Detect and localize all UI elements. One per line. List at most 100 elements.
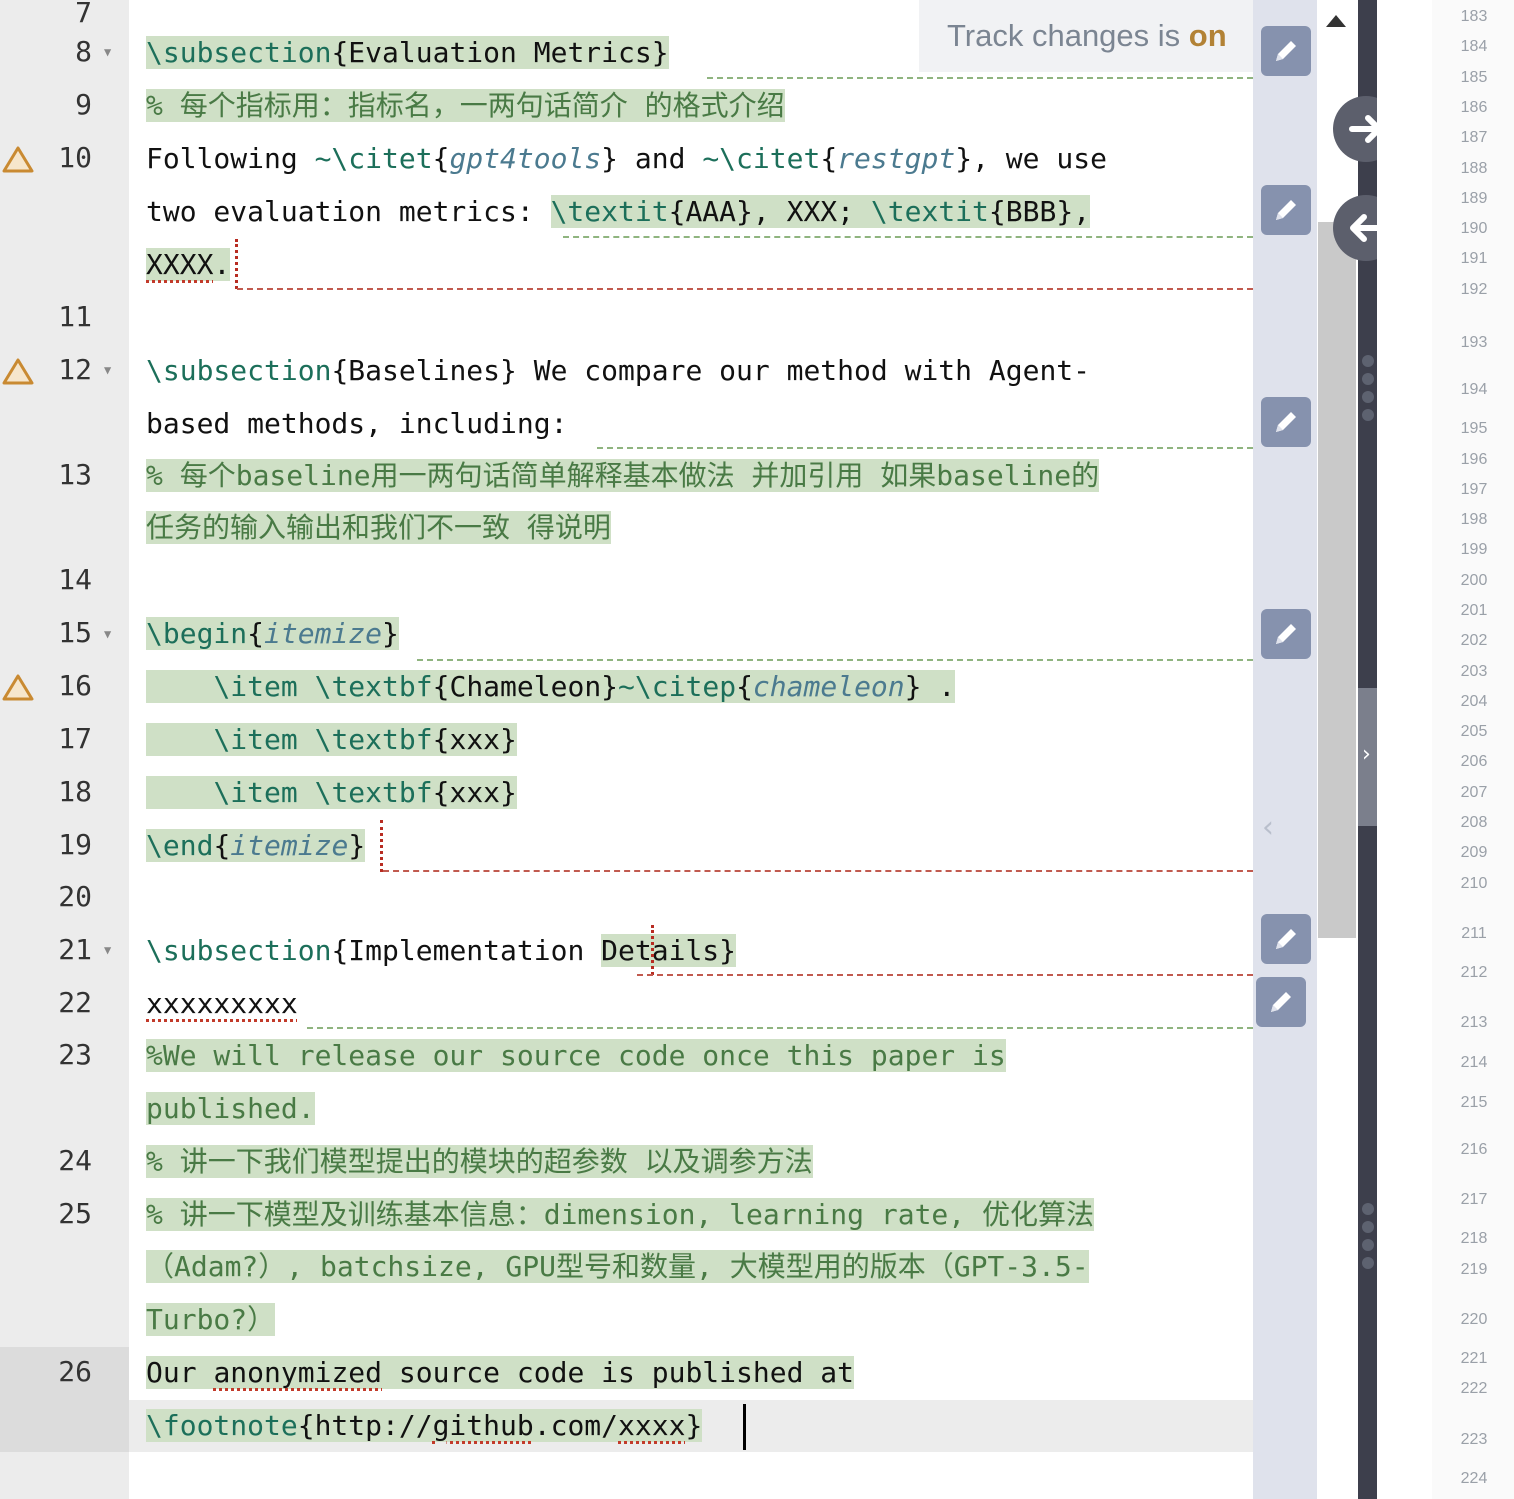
text: {xxx} bbox=[432, 723, 517, 756]
code-line-26[interactable]: Our anonymized source code is published … bbox=[146, 1347, 855, 1399]
text: {http:// bbox=[297, 1409, 433, 1442]
latex-command: \subsection bbox=[146, 354, 332, 387]
track-changes-state: on bbox=[1188, 18, 1227, 53]
misspelled-word[interactable]: xxxxxxxxx bbox=[146, 987, 298, 1020]
drag-handle-icon[interactable] bbox=[1362, 1203, 1374, 1275]
pencil-icon bbox=[1276, 929, 1296, 949]
review-comment-button[interactable] bbox=[1261, 185, 1311, 235]
editor-scrollbar-thumb[interactable] bbox=[1318, 222, 1356, 938]
code-line-19[interactable]: \end{itemize} bbox=[146, 820, 366, 872]
pencil-icon bbox=[1271, 992, 1291, 1012]
code-editor[interactable]: \subsection{Evaluation Metrics} % 每个指标用：… bbox=[129, 0, 1253, 1499]
pdf-line-number: 224 bbox=[1460, 1470, 1488, 1487]
change-marker-added bbox=[707, 77, 1253, 79]
warning-icon[interactable] bbox=[2, 145, 34, 173]
review-comment-button[interactable] bbox=[1261, 914, 1311, 964]
deletion-marker bbox=[380, 820, 383, 872]
code-line-22[interactable]: xxxxxxxxx bbox=[146, 978, 298, 1030]
fold-toggle-icon[interactable]: ▼ bbox=[104, 363, 111, 377]
code-line-23-wrap[interactable]: published. bbox=[146, 1083, 315, 1135]
pdf-line-number: 220 bbox=[1460, 1311, 1488, 1328]
code-line-17[interactable]: \item \textbf{xxx} bbox=[146, 714, 517, 766]
code-line-9[interactable]: % 每个指标用：指标名，一两句话简介 的格式介绍 bbox=[146, 80, 785, 132]
code-line-26-wrap[interactable]: \footnote{http://github.com/xxxx} bbox=[146, 1400, 703, 1452]
code-line-15[interactable]: \begin{itemize} bbox=[146, 608, 399, 660]
textbf-command: \textbf bbox=[314, 670, 433, 703]
line-number: 25 bbox=[58, 1197, 92, 1230]
pdf-line-number: 214 bbox=[1460, 1054, 1488, 1071]
code-line-12[interactable]: \subsection{Baselines} We compare our me… bbox=[146, 345, 1090, 397]
change-marker-added bbox=[597, 447, 1253, 449]
code-line-8[interactable]: \subsection{Evaluation Metrics} bbox=[146, 27, 669, 79]
text: {Chameleon} bbox=[432, 670, 619, 703]
fold-toggle-icon[interactable]: ▼ bbox=[104, 627, 111, 641]
code-line-18[interactable]: \item \textbf{xxx} bbox=[146, 767, 517, 819]
env-name: itemize bbox=[230, 829, 349, 862]
textit-command: \textit bbox=[550, 195, 669, 228]
cite-key: gpt4tools bbox=[449, 142, 602, 175]
code-line-25-wrap2[interactable]: Turbo?） bbox=[146, 1294, 276, 1346]
review-comment-button[interactable] bbox=[1261, 26, 1311, 76]
comment-text: % 讲一下模型及训练基本信息：dimension, learning rate,… bbox=[146, 1198, 1095, 1231]
fold-toggle-icon[interactable]: ▼ bbox=[104, 45, 111, 59]
drag-handle-icon[interactable] bbox=[1362, 355, 1374, 427]
warning-icon[interactable] bbox=[2, 673, 34, 701]
brace: } bbox=[382, 617, 399, 650]
misspelled-word[interactable]: github bbox=[433, 1409, 534, 1442]
comment-text: % 每个baseline用一两句话简单解释基本做法 并加引用 如果baselin… bbox=[146, 459, 1100, 492]
change-marker-added bbox=[563, 236, 1253, 238]
line-number: 13 bbox=[58, 458, 92, 491]
code-line-25[interactable]: % 讲一下模型及训练基本信息：dimension, learning rate,… bbox=[146, 1189, 1095, 1241]
cite-key: chameleon bbox=[752, 670, 905, 703]
latex-command: \begin bbox=[146, 617, 248, 650]
change-marker-deleted bbox=[637, 974, 1253, 976]
pdf-line-number: 201 bbox=[1460, 602, 1488, 619]
text: {Implementation bbox=[331, 934, 602, 967]
code-line-13[interactable]: % 每个baseline用一两句话简单解释基本做法 并加引用 如果baselin… bbox=[146, 450, 1100, 502]
code-line-24[interactable]: % 讲一下我们模型提出的模块的超参数 以及调参方法 bbox=[146, 1136, 813, 1188]
pdf-line-number: 187 bbox=[1460, 129, 1488, 146]
code-line-10-wrap2[interactable]: XXXX. bbox=[146, 239, 231, 291]
code-line-21[interactable]: \subsection{Implementation Details} bbox=[146, 925, 737, 977]
code-line-23[interactable]: %We will release our source code once th… bbox=[146, 1030, 1006, 1082]
text: {AAA}, XXX; bbox=[668, 195, 871, 228]
pdf-line-number: 205 bbox=[1460, 723, 1488, 740]
code-line-13-wrap[interactable]: 任务的输入输出和我们不一致 得说明 bbox=[146, 502, 611, 554]
pdf-line-number: 219 bbox=[1460, 1261, 1488, 1278]
text: } bbox=[685, 1409, 703, 1442]
change-marker-added bbox=[417, 659, 1253, 661]
code-line-25-wrap[interactable]: （Adam?）, batchsize, GPU型号和数量, 大模型用的版本（GP… bbox=[146, 1241, 1089, 1293]
scroll-up-icon[interactable] bbox=[1326, 15, 1346, 27]
cite-command: ~\citep bbox=[618, 670, 737, 703]
latex-command: \subsection bbox=[146, 934, 332, 967]
code-line-16[interactable]: \item \textbf{Chameleon}~\citep{chameleo… bbox=[146, 661, 956, 713]
code-line-12-wrap[interactable]: based methods, including: bbox=[146, 398, 567, 450]
item-command: \item bbox=[213, 670, 315, 703]
text: {Baselines} We compare our method with A… bbox=[331, 354, 1091, 387]
warning-icon[interactable] bbox=[2, 357, 34, 385]
brace: { bbox=[432, 142, 450, 175]
expand-right-icon[interactable]: › bbox=[1362, 742, 1371, 767]
review-comment-button[interactable] bbox=[1261, 397, 1311, 447]
misspelled-word[interactable]: anonymized bbox=[213, 1356, 382, 1389]
text: {xxx} bbox=[432, 776, 517, 809]
line-number: 10 bbox=[58, 141, 92, 174]
review-comment-button[interactable] bbox=[1261, 609, 1311, 659]
line-number: 16 bbox=[58, 669, 92, 702]
misspelled-word[interactable]: xxxx bbox=[618, 1409, 685, 1442]
pdf-line-number: 222 bbox=[1460, 1380, 1488, 1397]
item-command: \item bbox=[213, 723, 315, 756]
code-line-10[interactable]: Following ~\citet{gpt4tools} and ~\citet… bbox=[146, 133, 1107, 185]
comment-text: % 每个指标用：指标名，一两句话简介 的格式介绍 bbox=[146, 89, 785, 122]
track-changes-label[interactable]: Track changes is on bbox=[947, 18, 1227, 54]
text: . bbox=[213, 248, 231, 281]
comment-text: published. bbox=[146, 1092, 315, 1125]
collapse-left-icon[interactable]: ‹ bbox=[1262, 810, 1274, 845]
pdf-line-number: 223 bbox=[1460, 1431, 1488, 1448]
code-line-10-wrap[interactable]: two evaluation metrics: \textit{AAA}, XX… bbox=[146, 186, 1091, 238]
review-comment-button[interactable] bbox=[1256, 977, 1306, 1027]
brace: } bbox=[955, 142, 973, 175]
fold-toggle-icon[interactable]: ▼ bbox=[104, 943, 111, 957]
misspelled-word[interactable]: XXXX bbox=[146, 248, 213, 281]
